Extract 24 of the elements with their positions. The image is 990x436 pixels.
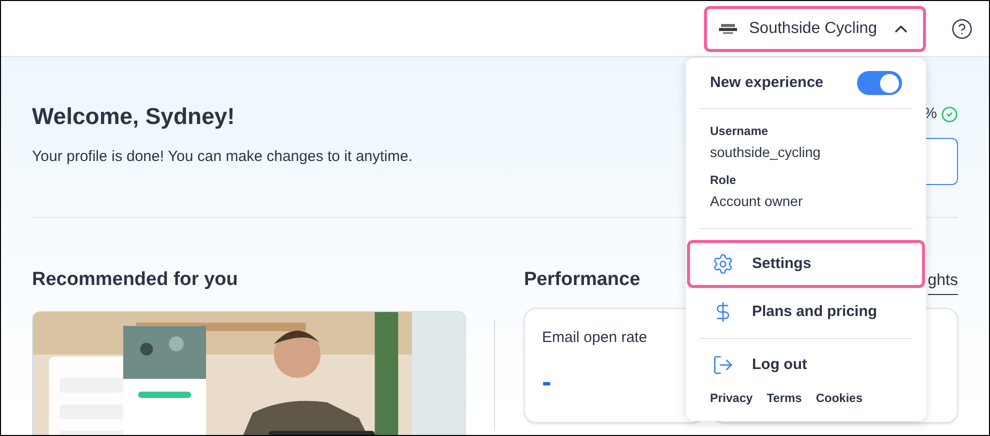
toggle-switch[interactable] — [857, 71, 902, 95]
recommended-title: Recommended for you — [32, 268, 239, 292]
menu-item[interactable]: Settings — [687, 240, 925, 288]
logout-icon — [712, 354, 734, 376]
metric-value: - — [542, 365, 552, 399]
metric-label: Email open rate — [542, 328, 648, 348]
settings-icon — [712, 253, 734, 275]
footer-link[interactable]: Privacy — [710, 389, 753, 407]
welcome-title: Welcome, Sydney! — [32, 102, 236, 131]
account-switcher[interactable]: Southside Cycling — [704, 6, 926, 52]
menu-item[interactable]: Log out — [687, 341, 925, 389]
footer-link[interactable]: Cookies — [816, 389, 863, 407]
toggle-label: New experience — [710, 72, 824, 93]
field-value: southside_cycling — [710, 143, 822, 162]
field-value: Account owner — [710, 192, 804, 211]
welcome-subtitle: Your profile is done! You can make changes to it anytime. — [32, 146, 413, 166]
field-label: Role — [710, 172, 738, 189]
insights-link[interactable]: ghts — [928, 268, 958, 294]
performance-title: Performance — [524, 268, 640, 292]
menu-item[interactable]: Plans and pricing — [687, 288, 925, 336]
help-button[interactable] — [950, 16, 974, 40]
logo-icon — [719, 22, 737, 36]
field-label: Username — [710, 123, 770, 140]
footer-link[interactable]: Terms — [766, 389, 802, 407]
